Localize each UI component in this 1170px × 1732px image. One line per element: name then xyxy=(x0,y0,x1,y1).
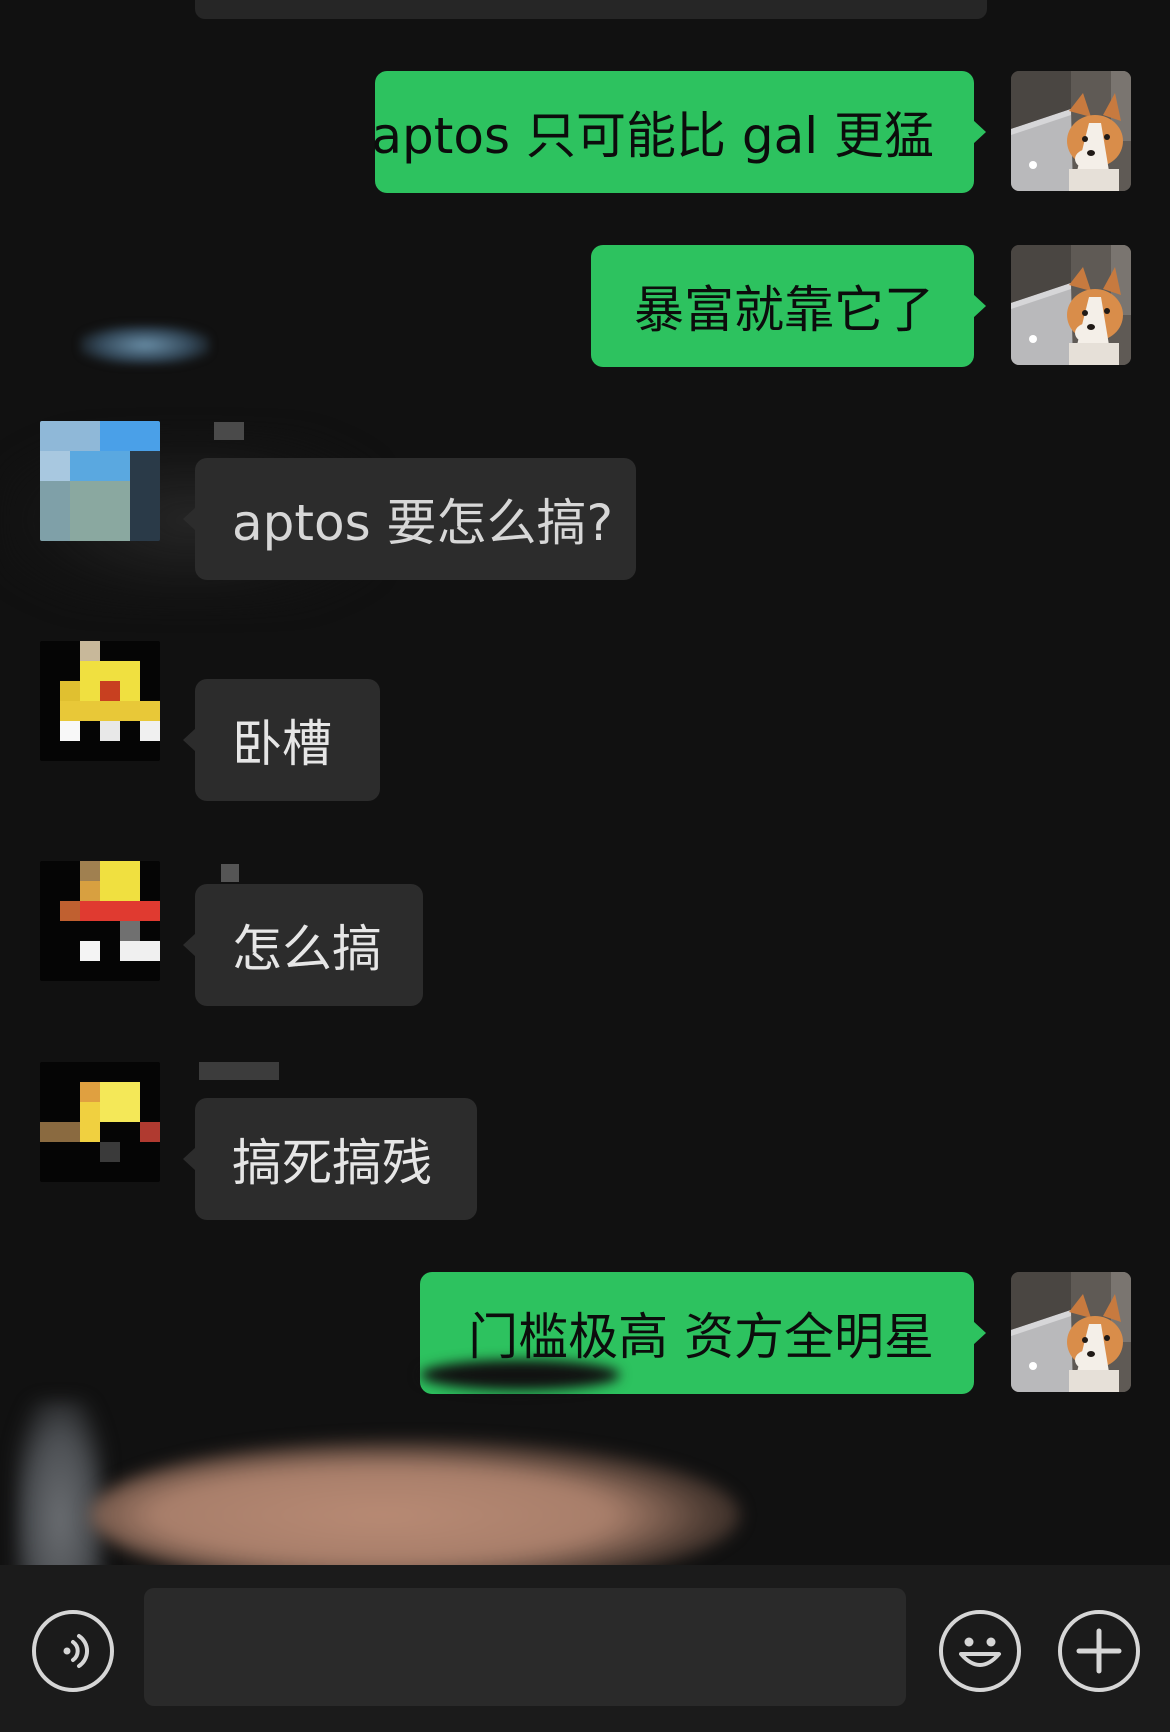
corgi-avatar-image xyxy=(1011,245,1131,365)
redaction-blur xyxy=(80,325,210,365)
emoji-icon xyxy=(959,1637,1001,1667)
message-text: 怎么搞 xyxy=(232,920,382,978)
sender-name-redacted xyxy=(199,1062,279,1080)
my-avatar[interactable] xyxy=(1011,1272,1131,1392)
contact-avatar[interactable] xyxy=(40,421,160,541)
corgi-avatar-image xyxy=(1011,71,1131,191)
message-text: aptos 要怎么搞? xyxy=(232,494,614,552)
message-input[interactable] xyxy=(144,1588,906,1706)
my-avatar[interactable] xyxy=(1011,71,1131,191)
message-text: 暴富就靠它了 xyxy=(634,281,934,339)
plus-icon xyxy=(1076,1628,1122,1674)
sender-name-redacted xyxy=(214,422,244,440)
message-text: 门槛极高 资方全明星 xyxy=(468,1308,934,1366)
sender-name-redacted xyxy=(221,864,239,882)
voice-button[interactable] xyxy=(32,1610,114,1692)
contact-message-bubble[interactable]: 搞死搞残 xyxy=(183,1098,477,1220)
emoji-button[interactable] xyxy=(939,1610,1021,1692)
voice-icon xyxy=(63,1634,89,1668)
my-message-bubble[interactable]: 暴富就靠它了 xyxy=(591,245,986,367)
contact-message-bubble[interactable]: 卧槽 xyxy=(183,679,380,801)
message-text: 搞死搞残 xyxy=(232,1134,432,1192)
plus-button[interactable] xyxy=(1058,1610,1140,1692)
contact-avatar[interactable] xyxy=(40,1062,160,1182)
contact-avatar[interactable] xyxy=(40,641,160,761)
contact-message-bubble[interactable]: aptos 要怎么搞? xyxy=(183,458,636,580)
redaction-blur xyxy=(420,1360,620,1390)
message-text: aptos 只可能比 gal 更猛 xyxy=(371,107,934,165)
contact-message-bubble[interactable]: 怎么搞 xyxy=(183,884,423,1006)
chat-message-list[interactable]: aptos 只可能比 gal 更猛 暴富就靠它了 aptos 要怎么搞? 卧槽 … xyxy=(0,0,1170,1640)
contact-avatar[interactable] xyxy=(40,861,160,981)
corgi-avatar-image xyxy=(1011,1272,1131,1392)
message-text: 卧槽 xyxy=(232,715,332,773)
my-avatar[interactable] xyxy=(1011,245,1131,365)
my-message-bubble[interactable]: aptos 只可能比 gal 更猛 xyxy=(371,71,986,193)
